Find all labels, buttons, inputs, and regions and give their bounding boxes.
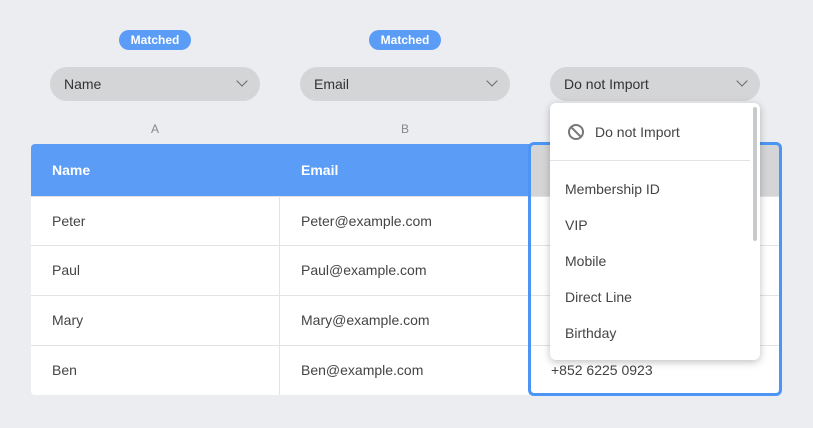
cell-name: Mary (52, 312, 84, 328)
column-letter-a: A (150, 122, 159, 136)
dropdown-option-label: Do not Import (595, 123, 680, 140)
dropdown-option-direct-line[interactable]: Direct Line (565, 279, 745, 315)
cell-email: Paul@example.com (301, 262, 427, 278)
column-b-select[interactable]: Email (300, 67, 510, 101)
matched-badge-b: Matched (369, 30, 441, 50)
cell-name: Ben (52, 362, 77, 378)
dropdown-scrollbar[interactable] (753, 107, 757, 241)
column-divider (529, 196, 530, 395)
dropdown-option-do-not-import[interactable]: Do not Import (550, 103, 750, 160)
column-a-select-value: Name (64, 76, 102, 92)
chevron-down-icon (738, 77, 746, 85)
cell-email: Ben@example.com (301, 362, 424, 378)
chevron-down-icon (238, 77, 246, 85)
chevron-down-icon (488, 77, 496, 85)
dropdown-divider (550, 160, 750, 161)
header-name: Name (52, 162, 91, 178)
column-c-select-value: Do not Import (564, 76, 649, 92)
dropdown-option-birthday[interactable]: Birthday (565, 315, 745, 351)
dropdown-option-vip[interactable]: VIP (565, 207, 745, 243)
header-email: Email (301, 162, 339, 178)
column-c-select[interactable]: Do not Import (550, 67, 760, 101)
column-letter-b: B (400, 122, 409, 136)
matched-badge-a: Matched (119, 30, 191, 50)
field-dropdown-menu: Do not Import Membership ID VIP Mobile D… (550, 103, 760, 360)
dropdown-option-membership-id[interactable]: Membership ID (565, 171, 745, 207)
ban-icon (568, 123, 584, 140)
cell-email: Mary@example.com (301, 312, 430, 328)
column-divider (279, 196, 280, 395)
cell-name: Peter (52, 213, 86, 229)
column-b-select-value: Email (314, 76, 350, 92)
cell-name: Paul (52, 262, 81, 278)
column-a-select[interactable]: Name (50, 67, 260, 101)
dropdown-option-mobile[interactable]: Mobile (565, 243, 745, 279)
cell-email: Peter@example.com (301, 213, 432, 229)
